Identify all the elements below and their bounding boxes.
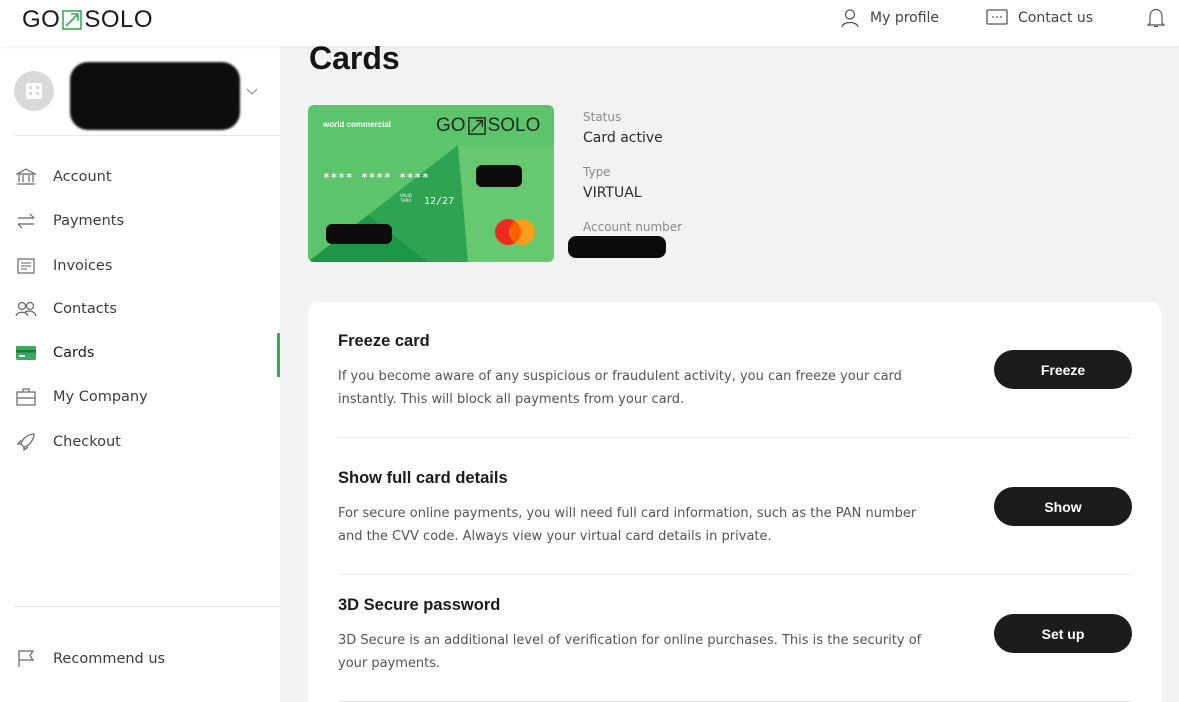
redacted-account-number (568, 236, 666, 258)
contact-us-label: Contact us (1018, 10, 1094, 26)
invoice-icon (14, 256, 38, 276)
logo-text-go: GO (22, 6, 61, 33)
type-value: VIRTUAL (583, 185, 642, 201)
chevron-down-icon (246, 88, 258, 95)
row-divider (338, 574, 1131, 575)
flag-icon (14, 649, 38, 669)
redacted-card-digits (476, 165, 522, 187)
sidebar-item-payments[interactable]: Payments (14, 203, 280, 239)
card-logo-go: GO (436, 115, 466, 136)
logo-arrow-icon (62, 10, 83, 30)
my-profile-label: My profile (870, 10, 940, 26)
status-value: Card active (583, 130, 663, 146)
company-switcher[interactable] (14, 62, 264, 130)
notifications-button[interactable] (1146, 0, 1176, 36)
type-label: Type (583, 165, 611, 179)
card-icon (14, 343, 38, 363)
active-indicator (277, 333, 280, 377)
freeze-card-description: If you become aware of any suspicious or… (338, 369, 902, 407)
show-details-description: For secure online payments, you will nee… (338, 506, 917, 544)
sidebar-item-label: Contacts (53, 301, 117, 317)
sidebar-item-invoices[interactable]: Invoices (14, 248, 280, 284)
sidebar-item-label: Invoices (53, 258, 113, 274)
logo-arrow-icon (467, 117, 486, 135)
recommend-us-label: Recommend us (53, 651, 166, 667)
briefcase-icon (14, 387, 38, 407)
top-bar: GO SOLO My profile Contact us (0, 0, 1179, 46)
show-button[interactable]: Show (994, 487, 1132, 526)
people-icon (14, 299, 38, 319)
sidebar-item-contacts[interactable]: Contacts (14, 291, 280, 327)
user-icon (841, 9, 859, 28)
recommend-us-link[interactable]: Recommend us (14, 641, 280, 677)
set-up-button[interactable]: Set up (994, 614, 1132, 653)
transfer-arrows-icon (14, 211, 38, 231)
sidebar-item-my-company[interactable]: My Company (14, 379, 280, 415)
show-details-title: Show full card details (338, 469, 508, 487)
sidebar-item-cards[interactable]: Cards (14, 335, 280, 371)
sidebar-divider (14, 606, 280, 607)
sidebar: Account Payments Invoices Contacts Cards… (0, 46, 280, 702)
sidebar-divider (14, 135, 280, 136)
card-brand-text: world commercial (323, 120, 392, 129)
chat-icon (986, 9, 1008, 25)
rocket-icon (14, 432, 38, 452)
logo-text-solo: SOLO (84, 6, 154, 33)
card-masked-number: **** **** **** (323, 171, 430, 184)
sidebar-item-label: Cards (53, 345, 95, 361)
avatar (14, 71, 54, 111)
sidebar-item-label: Payments (53, 213, 125, 229)
bell-icon (1146, 8, 1166, 28)
mastercard-logo-icon (495, 219, 535, 245)
account-number-label: Account number (583, 220, 683, 234)
card-logo: GO SOLO (436, 115, 540, 137)
card-actions-panel: Freeze card If you become aware of any s… (308, 302, 1161, 702)
redacted-company-name (70, 62, 240, 130)
freeze-button[interactable]: Freeze (994, 350, 1132, 389)
redacted-cardholder-name (326, 224, 392, 244)
gosolo-logo[interactable]: GO SOLO (22, 6, 153, 34)
sidebar-item-label: Account (53, 169, 112, 185)
contact-us-link[interactable]: Contact us (986, 0, 1093, 36)
bank-icon (14, 167, 38, 187)
card-logo-solo: SOLO (487, 115, 541, 136)
status-label: Status (583, 110, 622, 124)
sidebar-item-checkout[interactable]: Checkout (14, 424, 280, 460)
payment-card[interactable]: world commercial GO SOLO **** **** **** … (308, 105, 554, 262)
3d-secure-title: 3D Secure password (338, 596, 501, 614)
3d-secure-description: 3D Secure is an additional level of veri… (338, 633, 922, 671)
my-profile-link[interactable]: My profile (840, 0, 939, 36)
valid-thru-label: VALID THRU (400, 193, 412, 203)
building-icon (26, 83, 42, 99)
sidebar-item-account[interactable]: Account (14, 159, 280, 195)
freeze-card-title: Freeze card (338, 332, 430, 350)
sidebar-item-label: Checkout (53, 434, 121, 450)
row-divider (338, 437, 1131, 438)
card-expiry: 12/27 (424, 196, 455, 207)
sidebar-item-label: My Company (53, 389, 148, 405)
